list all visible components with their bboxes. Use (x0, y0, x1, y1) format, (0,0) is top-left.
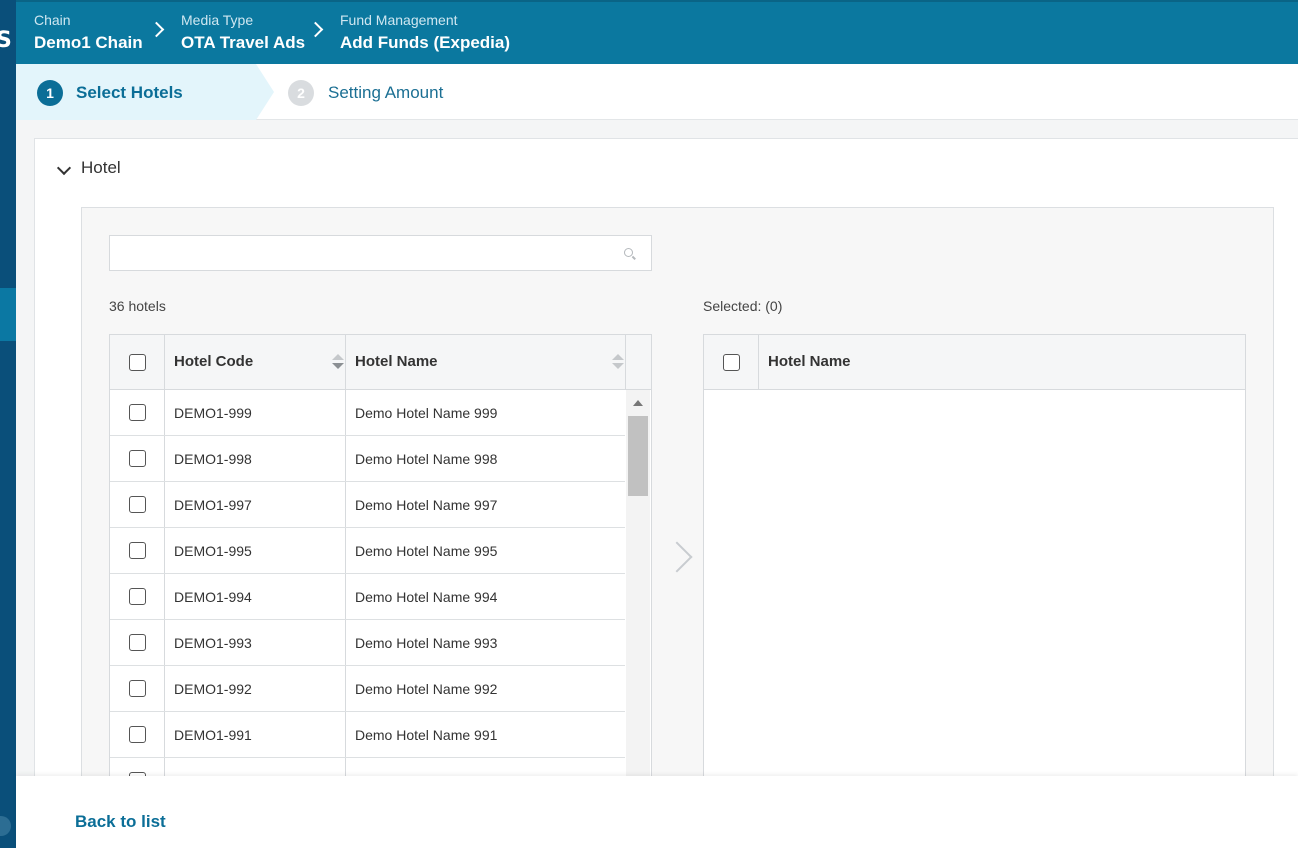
breadcrumb-media-type-value: OTA Travel Ads (181, 33, 306, 52)
hotel-code-cell: DEMO1-998 (174, 451, 252, 467)
column-hotel-code[interactable]: Hotel Code (165, 335, 346, 389)
row-checkbox[interactable] (129, 542, 146, 559)
table-row[interactable]: DEMO1-998 Demo Hotel Name 998 (110, 436, 625, 482)
chevron-down-icon[interactable] (56, 160, 72, 176)
breadcrumb-chain-label: Chain (34, 12, 71, 28)
table-row[interactable]: DEMO1-993 Demo Hotel Name 993 (110, 620, 625, 666)
step-1-label: Select Hotels (76, 83, 183, 102)
top-header: Chain Demo1 Chain Media Type OTA Travel … (16, 0, 1298, 64)
breadcrumb-media-type[interactable]: Media Type OTA Travel Ads (181, 11, 305, 55)
select-all-selected-checkbox[interactable] (723, 354, 740, 371)
hotel-name-cell: Demo Hotel Name 995 (355, 543, 498, 559)
chevron-right-icon (307, 21, 324, 38)
hotel-count: 36 hotels (109, 298, 166, 314)
search-input[interactable] (109, 235, 652, 271)
step-2-label[interactable]: Setting Amount (328, 81, 443, 105)
search-icon (624, 248, 633, 257)
step-1-number: 1 (37, 80, 63, 106)
hotel-code-cell: DEMO1-993 (174, 635, 252, 651)
breadcrumb-media-type-label: Media Type (181, 12, 254, 28)
hotel-code-cell: DEMO1-995 (174, 543, 252, 559)
table-row[interactable]: DEMO1-991 Demo Hotel Name 991 (110, 712, 625, 758)
column-hotel-name[interactable]: Hotel Name (346, 335, 626, 389)
selected-hotels-table: Hotel Name (703, 334, 1246, 794)
help-icon[interactable] (0, 816, 11, 836)
nav-item-active[interactable] (0, 288, 16, 341)
scrollbar-thumb[interactable] (628, 416, 648, 496)
hotel-name-cell: Demo Hotel Name 991 (355, 727, 498, 743)
table-row[interactable]: DEMO1-997 Demo Hotel Name 997 (110, 482, 625, 528)
select-all-checkbox[interactable] (129, 354, 146, 371)
table-header: Hotel Code Hotel Name (110, 335, 651, 390)
hotel-code-cell: DEMO1-991 (174, 727, 252, 743)
footer-bar: Back to list (16, 776, 1298, 848)
breadcrumb-fund-management[interactable]: Fund Management Add Funds (Expedia) (340, 11, 510, 55)
breadcrumb-fund-management-label: Fund Management (340, 12, 458, 28)
step-arrow (256, 64, 274, 120)
column-divider (625, 335, 626, 390)
table-row[interactable]: DEMO1-995 Demo Hotel Name 995 (110, 528, 625, 574)
column-hotel-name-label: Hotel Name (355, 353, 438, 370)
stepper: 1 Select Hotels 2 Setting Amount (16, 64, 1298, 120)
app-logo[interactable]: S (0, 28, 12, 53)
column-hotel-code-label: Hotel Code (174, 353, 254, 370)
hotel-code-cell: DEMO1-994 (174, 589, 252, 605)
breadcrumb-chain[interactable]: Chain Demo1 Chain (34, 11, 143, 55)
breadcrumb-fund-management-value: Add Funds (Expedia) (340, 33, 510, 52)
hotel-name-cell: Demo Hotel Name 992 (355, 681, 498, 697)
hotel-picker: 36 hotels Selected: (0) Hotel Code Hotel… (81, 207, 1274, 794)
move-right-arrow-icon[interactable] (661, 541, 693, 573)
chevron-right-icon (148, 21, 165, 38)
row-checkbox[interactable] (129, 680, 146, 697)
table-scrollbar[interactable] (626, 390, 650, 793)
row-checkbox[interactable] (129, 496, 146, 513)
hotel-code-cell: DEMO1-997 (174, 497, 252, 513)
row-checkbox[interactable] (129, 726, 146, 743)
selected-count: Selected: (0) (703, 298, 783, 314)
table-row[interactable]: DEMO1-992 Demo Hotel Name 992 (110, 666, 625, 712)
breadcrumb-chain-value: Demo1 Chain (34, 33, 143, 52)
column-divider (758, 335, 759, 390)
back-to-list-link[interactable]: Back to list (75, 812, 166, 832)
scroll-up-arrow-icon[interactable] (633, 400, 643, 406)
row-checkbox[interactable] (129, 450, 146, 467)
table-row[interactable]: DEMO1-999 Demo Hotel Name 999 (110, 390, 625, 436)
left-nav-rail: S (0, 0, 16, 848)
section-title[interactable]: Hotel (81, 158, 121, 178)
table-row[interactable]: DEMO1-994 Demo Hotel Name 994 (110, 574, 625, 620)
row-checkbox[interactable] (129, 404, 146, 421)
column-selected-hotel-name[interactable]: Hotel Name (759, 335, 1245, 389)
row-checkbox[interactable] (129, 588, 146, 605)
row-checkbox[interactable] (129, 634, 146, 651)
hotel-name-cell: Demo Hotel Name 993 (355, 635, 498, 651)
hotel-name-cell: Demo Hotel Name 994 (355, 589, 498, 605)
hotel-section-card: Hotel 36 hotels Selected: (0) Hotel Code… (34, 138, 1298, 794)
available-hotels-table: Hotel Code Hotel Name DEMO1-999 Demo Hot… (109, 334, 652, 794)
hotel-name-cell: Demo Hotel Name 999 (355, 405, 498, 421)
table-header: Hotel Name (704, 335, 1245, 390)
hotel-name-cell: Demo Hotel Name 997 (355, 497, 498, 513)
step-2-number: 2 (288, 80, 314, 106)
hotel-code-cell: DEMO1-999 (174, 405, 252, 421)
hotel-name-cell: Demo Hotel Name 998 (355, 451, 498, 467)
hotel-code-cell: DEMO1-992 (174, 681, 252, 697)
